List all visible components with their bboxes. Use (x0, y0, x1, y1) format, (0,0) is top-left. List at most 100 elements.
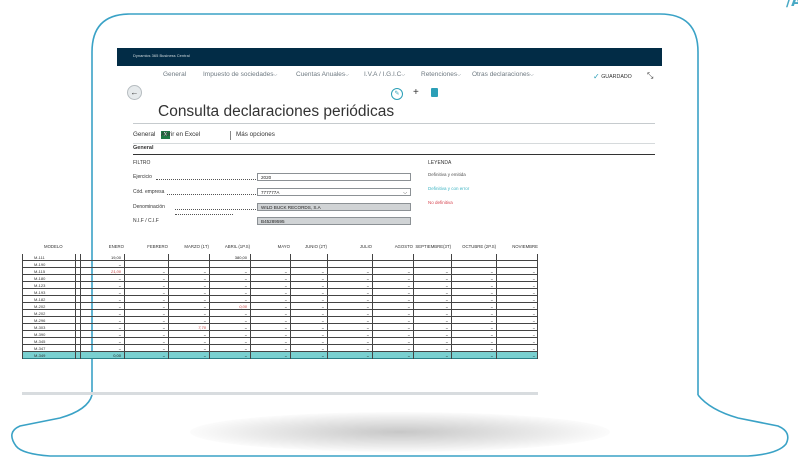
column-divider (168, 254, 169, 359)
value-cell: – (162, 290, 165, 295)
value-cell: – (203, 290, 206, 295)
table-row[interactable]: M-123 – – – – – – – – – – – (22, 282, 538, 289)
legend-item-not-final: No definitiva (428, 200, 453, 205)
value-cell: – (407, 325, 410, 330)
nav-item-otras-declaraciones[interactable]: Otras declaraciones⌵ (472, 71, 534, 78)
nav-bar: General Impuesto de sociedades⌵ Cuentas … (117, 68, 662, 82)
table-row[interactable]: M-180 – – – – – – – – – – – (22, 275, 538, 282)
model-cell: M-180 (34, 276, 46, 281)
nav-item-general[interactable]: General (163, 71, 186, 78)
table-row[interactable]: M-202 – – – – – – – – – – – (22, 310, 538, 317)
value-cell: – (321, 276, 324, 281)
table-row[interactable]: M-303 – – 7,70 – – – – – – – – (22, 324, 538, 331)
chevron-down-icon: ⌵ (273, 72, 278, 78)
divider (230, 131, 231, 140)
app-topbar: Dynamics 365 Business Central (117, 48, 662, 66)
nav-item-retenciones[interactable]: Retenciones⌵ (421, 71, 461, 78)
value-cell: – (203, 276, 206, 281)
value-cell: – (321, 339, 324, 344)
value-cell: – (445, 325, 448, 330)
value-cell: – (203, 311, 206, 316)
value-cell: – (366, 353, 369, 358)
value-cell: – (321, 304, 324, 309)
nav-item-cuentas-anuales[interactable]: Cuentas Anuales⌵ (296, 71, 349, 78)
value-cell: – (490, 353, 493, 358)
table-row[interactable]: M-190 – (22, 261, 538, 268)
value-cell: – (490, 318, 493, 323)
action-general[interactable]: General (133, 131, 155, 138)
value-cell: – (532, 318, 535, 323)
model-cell: M-349 (34, 353, 46, 358)
table-row[interactable]: M-390 – – – – – – – – – – – (22, 331, 538, 338)
value-cell: – (284, 339, 287, 344)
arrow-left-icon: ← (130, 88, 139, 97)
value-cell: – (445, 269, 448, 274)
table-row[interactable]: M-202 – – – 0,00 – – – – – – – (22, 303, 538, 310)
column-header: AGOSTO (394, 244, 413, 249)
value-cell: – (490, 290, 493, 295)
value-cell: – (407, 339, 410, 344)
value-cell: – (490, 283, 493, 288)
value-cell: – (445, 311, 448, 316)
table-row[interactable]: M-193 – – – – – – – – – – – (22, 289, 538, 296)
empresa-select[interactable]: 777777A ⌵ (257, 188, 411, 196)
ejercicio-field[interactable]: 2020 (257, 173, 411, 181)
value-cell: – (366, 304, 369, 309)
value-cell: 0,00 (239, 304, 247, 309)
value-cell: – (118, 346, 121, 351)
column-divider (327, 254, 328, 359)
horizontal-scrollbar[interactable] (22, 392, 538, 395)
value-cell: – (532, 269, 535, 274)
table-row[interactable]: M-349 0,00 – – – – – – – – – – (22, 352, 538, 359)
column-divider (537, 254, 538, 359)
value-cell: – (407, 283, 410, 288)
plus-icon: + (413, 87, 419, 98)
column-divider (124, 254, 125, 359)
ejercicio-label: Ejercicio (133, 174, 152, 180)
empresa-value: 777777A (261, 190, 280, 195)
table-row[interactable]: M-115 21,00 – – – – – – – – – – (22, 268, 538, 275)
value-cell: – (445, 332, 448, 337)
denominacion-field: WILD BUCK RECORDS, S.A (257, 203, 411, 211)
value-cell: – (162, 283, 165, 288)
chevron-down-icon: ⌵ (529, 72, 534, 78)
value-cell: – (162, 297, 165, 302)
value-cell: – (490, 346, 493, 351)
delete-icon[interactable] (431, 88, 438, 97)
column-header: ABRIL (1P.S) (224, 244, 250, 249)
action-more-options[interactable]: Más opciones (236, 131, 275, 138)
value-cell: – (321, 325, 324, 330)
value-cell: – (162, 304, 165, 309)
model-cell: M-115 (34, 269, 46, 274)
value-cell: – (162, 339, 165, 344)
value-cell: – (244, 339, 247, 344)
table-row[interactable]: M-296 – – – – – – – – – – – (22, 317, 538, 324)
value-cell: – (366, 276, 369, 281)
corner-glyph: /A (786, 0, 798, 10)
table-row[interactable]: M-182 – – – – – – – – – – – (22, 296, 538, 303)
nav-item-iva-igic[interactable]: I.V.A / I.G.I.C⌵ (364, 71, 405, 78)
value-cell: – (284, 304, 287, 309)
value-cell: – (366, 332, 369, 337)
value-cell: – (490, 332, 493, 337)
value-cell: – (244, 311, 247, 316)
value-cell: – (532, 353, 535, 358)
table-row[interactable]: M-345 – – – – – – – – – – – (22, 338, 538, 345)
divider (133, 143, 655, 144)
edit-button[interactable]: ✎ (391, 88, 403, 100)
saved-status: ✓ GUARDADO (593, 71, 632, 81)
value-cell: – (162, 332, 165, 337)
value-cell: – (203, 339, 206, 344)
collapse-icon[interactable]: ⤡ (647, 71, 653, 81)
back-button[interactable]: ← (127, 85, 142, 100)
nif-field: B45289595 (257, 217, 411, 225)
value-cell: – (445, 283, 448, 288)
value-cell: – (445, 318, 448, 323)
table-row[interactable]: M-347 – – – – – – – – – – – (22, 345, 538, 352)
model-cell: M-347 (34, 346, 46, 351)
new-button[interactable]: + (413, 87, 419, 98)
column-header: SEPTIEMBRE(3T) (415, 244, 451, 249)
table-row[interactable]: M-111 19,00 380,00 (22, 254, 538, 261)
nav-item-impuesto-sociedades[interactable]: Impuesto de sociedades⌵ (203, 71, 277, 78)
value-cell: – (532, 297, 535, 302)
